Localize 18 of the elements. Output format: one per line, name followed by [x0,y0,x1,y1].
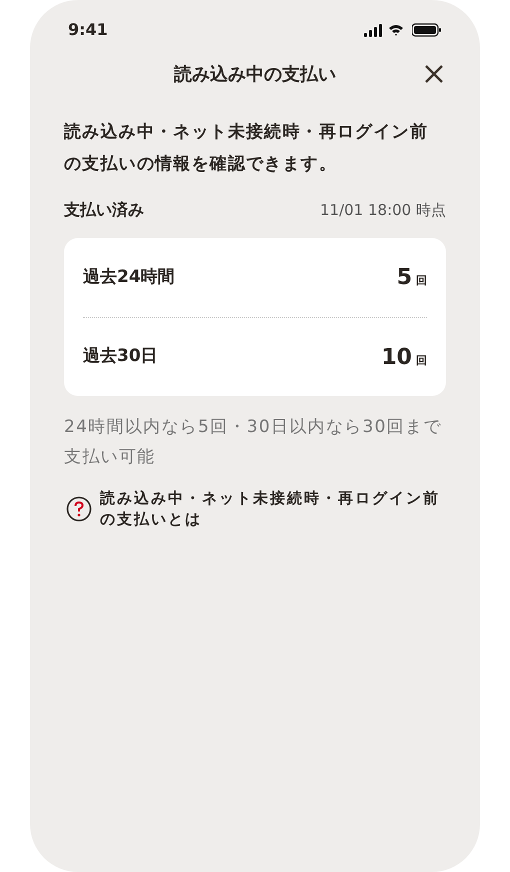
as-of-time: 11/01 18:00 時点 [320,200,446,221]
count-value: 5 [396,264,412,292]
close-icon [424,64,444,84]
page-title: 読み込み中の支払い [174,62,336,86]
signal-icon [364,24,382,36]
battery-icon [412,23,442,37]
limit-note: 24時間以内なら5回・30日以内なら30回まで支払い可能 [64,416,443,469]
period-label: 過去24時間 [83,266,175,289]
count-unit: 回 [416,273,427,289]
description-text: 読み込み中・ネット未接続時・再ログイン前の支払いの情報を確認できます。 [64,121,429,176]
paid-label: 支払い済み [64,199,144,221]
count-value: 10 [381,344,412,372]
help-link[interactable]: 読み込み中・ネット未接続時・再ログイン前の支払いとは [64,488,446,530]
status-time: 9:41 [68,19,108,41]
period-label: 過去30日 [83,345,158,368]
wifi-icon [389,24,405,36]
count-unit: 回 [416,352,427,368]
help-icon [66,496,92,522]
